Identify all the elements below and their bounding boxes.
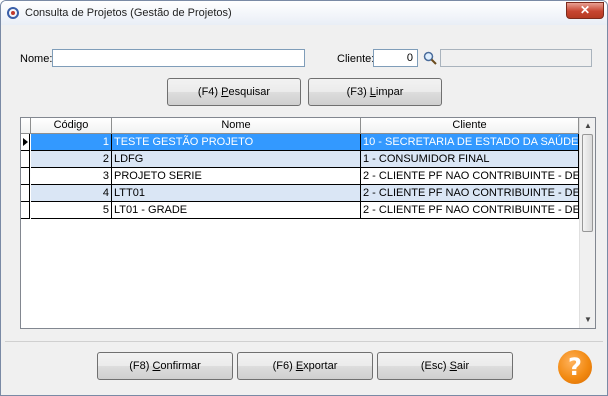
row-indicator — [21, 202, 30, 219]
scroll-down-icon[interactable]: ▼ — [580, 312, 595, 328]
scroll-thumb[interactable] — [582, 134, 593, 232]
help-icon[interactable]: ? — [558, 350, 592, 384]
pesquisar-rest: esquisar — [228, 86, 271, 98]
close-icon[interactable]: ✕ — [566, 2, 604, 19]
app-icon — [7, 7, 19, 19]
header-codigo[interactable]: Código — [31, 118, 112, 134]
sair-button[interactable]: (Esc) Sair — [377, 352, 513, 380]
sair-accel: S — [449, 360, 457, 372]
title-bar: Consulta de Projetos (Gestão de Projetos… — [1, 1, 607, 25]
cell-nome: PROJETO SERIE — [112, 168, 361, 185]
confirmar-rest: onfirmar — [160, 360, 201, 372]
table-row[interactable]: 1 TESTE GESTÃO PROJETO 10 - SECRETARIA D… — [21, 134, 595, 151]
pesquisar-key: (F4) — [197, 86, 222, 98]
search-icon[interactable] — [423, 51, 437, 65]
cell-cliente: 2 - CLIENTE PF NAO CONTRIBUINTE - DENT — [361, 202, 579, 219]
pesquisar-button[interactable]: (F4) Pesquisar — [167, 78, 301, 106]
cliente-label: Cliente: — [337, 53, 375, 65]
limpar-button[interactable]: (F3) Limpar — [308, 78, 442, 106]
table-row[interactable]: 3 PROJETO SERIE 2 - CLIENTE PF NAO CONTR… — [21, 168, 595, 185]
table-row[interactable]: 4 LTT01 2 - CLIENTE PF NAO CONTRIBUINTE … — [21, 185, 595, 202]
window: Consulta de Projetos (Gestão de Projetos… — [0, 0, 608, 396]
projects-grid[interactable]: Código Nome Cliente 1 TESTE GESTÃO PROJE… — [20, 117, 596, 329]
cell-nome: LTT01 — [112, 185, 361, 202]
limpar-rest: impar — [375, 86, 404, 98]
footer-separator — [5, 341, 603, 342]
cell-codigo: 4 — [31, 185, 112, 202]
pesquisar-accel: P — [221, 86, 229, 98]
exportar-rest: xportar — [303, 360, 338, 372]
row-indicator — [21, 151, 30, 168]
sair-rest: air — [456, 360, 470, 372]
cell-cliente: 10 - SECRETARIA DE ESTADO DA SAÚDE H — [361, 134, 579, 151]
header-cliente[interactable]: Cliente — [361, 118, 579, 134]
exportar-key: (F6) — [272, 360, 296, 372]
cell-codigo: 2 — [31, 151, 112, 168]
sair-key: (Esc) — [420, 360, 450, 372]
cell-cliente: 2 - CLIENTE PF NAO CONTRIBUINTE - DENT — [361, 185, 579, 202]
nome-label: Nome: — [20, 53, 53, 65]
cell-codigo: 5 — [31, 202, 112, 219]
confirmar-button[interactable]: (F8) Confirmar — [97, 352, 233, 380]
row-indicator — [21, 185, 30, 202]
nome-input[interactable] — [52, 49, 305, 67]
cell-nome: TESTE GESTÃO PROJETO — [112, 134, 361, 151]
cliente-name-field — [440, 49, 592, 67]
cell-nome: LT01 - GRADE — [112, 202, 361, 219]
cell-codigo: 1 — [31, 134, 112, 151]
cell-cliente: 2 - CLIENTE PF NAO CONTRIBUINTE - DENT — [361, 168, 579, 185]
row-indicator — [21, 168, 30, 185]
cliente-code-input[interactable]: 0 — [373, 49, 418, 67]
table-row[interactable]: 5 LT01 - GRADE 2 - CLIENTE PF NAO CONTRI… — [21, 202, 595, 219]
window-title: Consulta de Projetos (Gestão de Projetos… — [25, 7, 232, 19]
header-nome[interactable]: Nome — [112, 118, 361, 134]
vertical-scrollbar[interactable]: ▲ ▼ — [579, 118, 595, 328]
cell-nome: LDFG — [112, 151, 361, 168]
cell-codigo: 3 — [31, 168, 112, 185]
confirmar-key: (F8) — [129, 360, 153, 372]
header-indicator — [21, 118, 31, 134]
client-area: Nome: Cliente: 0 (F4) Pesquisar (F3) Lim… — [5, 25, 603, 391]
cell-cliente: 1 - CONSUMIDOR FINAL — [361, 151, 579, 168]
table-row[interactable]: 2 LDFG 1 - CONSUMIDOR FINAL — [21, 151, 595, 168]
grid-header: Código Nome Cliente — [21, 118, 595, 134]
exportar-button[interactable]: (F6) Exportar — [237, 352, 373, 380]
scroll-up-icon[interactable]: ▲ — [580, 118, 595, 134]
limpar-key: (F3) — [346, 86, 370, 98]
current-row-arrow-icon — [23, 138, 28, 146]
row-indicator — [21, 134, 30, 151]
